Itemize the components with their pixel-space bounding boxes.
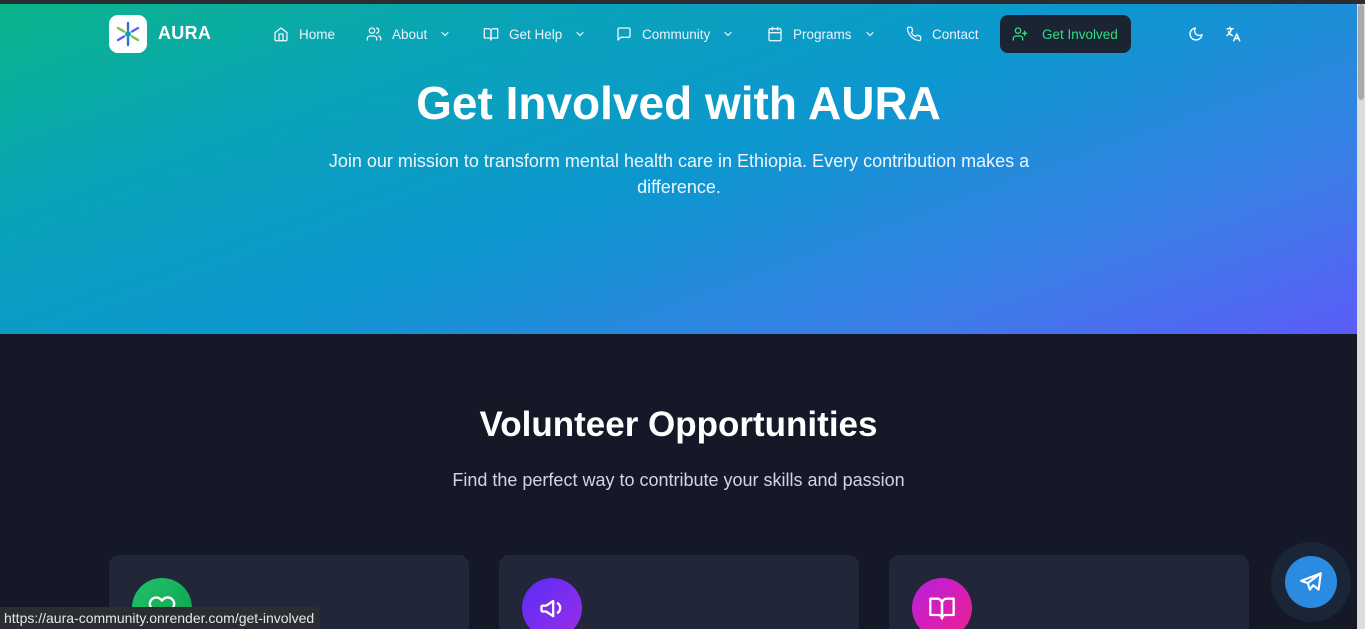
chevron-down-icon xyxy=(441,31,449,37)
message-square-icon xyxy=(617,27,631,41)
nav-item-label: Community xyxy=(642,26,711,42)
section-title: Volunteer Opportunities xyxy=(479,405,878,444)
page-scrollbar[interactable] xyxy=(1357,4,1365,629)
home-icon xyxy=(274,27,288,42)
nav-item-label: Programs xyxy=(793,26,852,42)
user-plus-icon xyxy=(1012,27,1028,41)
moon-icon xyxy=(1189,27,1203,41)
nav-item-community[interactable]: Community xyxy=(616,23,734,45)
nav-item-label: Contact xyxy=(932,26,979,42)
phone-icon xyxy=(906,26,922,42)
scrollbar-thumb[interactable] xyxy=(1358,4,1364,100)
chevron-down-icon xyxy=(576,31,584,37)
hero-title: Get Involved with AURA xyxy=(416,77,941,129)
megaphone-icon xyxy=(540,599,562,618)
get-involved-button[interactable]: Get Involved xyxy=(1000,15,1131,53)
nav-item-label: About xyxy=(392,26,428,42)
book-open-icon xyxy=(483,28,499,41)
theme-toggle-button[interactable] xyxy=(1186,24,1206,44)
telegram-float-button[interactable] xyxy=(1271,542,1351,622)
chevron-down-icon xyxy=(865,31,874,37)
book-icon xyxy=(929,597,955,620)
nav-item-about[interactable]: About xyxy=(366,23,451,45)
volunteer-card[interactable] xyxy=(889,555,1249,629)
hero-subtitle: Join our mission to transform mental hea… xyxy=(328,151,1030,197)
main-navbar: AURA Home About Get Help Community Progr… xyxy=(0,14,1357,54)
calendar-icon xyxy=(768,26,782,42)
telegram-badge xyxy=(1285,556,1337,608)
card-icon-badge xyxy=(912,578,972,629)
brand-name[interactable]: AURA xyxy=(158,23,211,44)
nav-item-get-help[interactable]: Get Help xyxy=(483,23,586,45)
users-icon xyxy=(366,27,382,41)
nav-item-contact[interactable]: Contact xyxy=(906,23,979,45)
language-button[interactable] xyxy=(1223,24,1243,44)
section-subtitle: Find the perfect way to contribute your … xyxy=(452,470,905,490)
get-involved-label: Get Involved xyxy=(1042,26,1118,42)
aura-logo-icon[interactable] xyxy=(109,15,147,53)
chevron-down-icon xyxy=(724,31,732,37)
link-status-bar: https://aura-community.onrender.com/get-… xyxy=(0,607,321,629)
card-icon-badge xyxy=(522,578,582,629)
nav-item-programs[interactable]: Programs xyxy=(767,23,876,45)
nav-item-label: Home xyxy=(299,26,336,42)
translate-icon xyxy=(1226,26,1241,42)
nav-item-label: Get Help xyxy=(509,26,563,42)
volunteer-card[interactable] xyxy=(499,555,859,629)
telegram-icon xyxy=(1300,572,1322,591)
nav-item-home[interactable]: Home xyxy=(273,23,335,45)
